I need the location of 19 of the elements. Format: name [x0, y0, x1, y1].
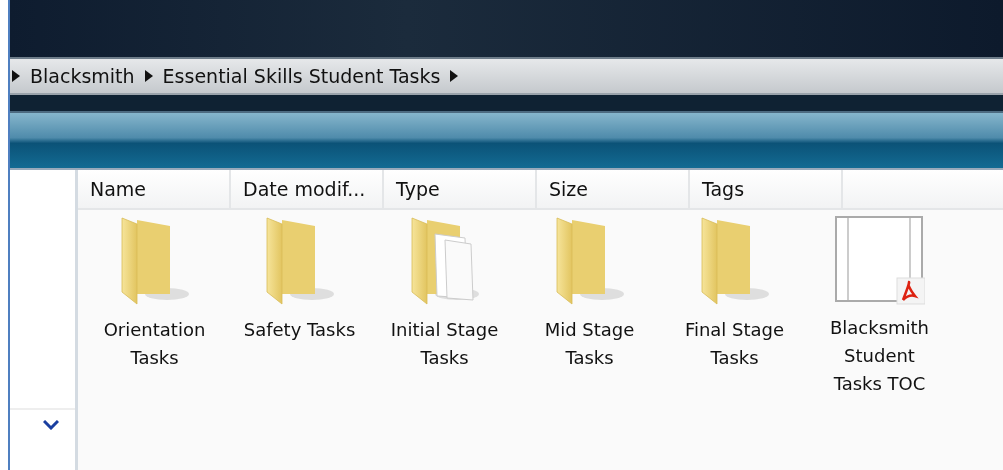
breadcrumb-arrow-icon[interactable]: [12, 70, 20, 82]
breadcrumb-arrow-icon[interactable]: [450, 70, 459, 82]
address-bar[interactable]: Blacksmith Essential Skills Student Tasks: [10, 57, 1003, 95]
column-header[interactable]: Date modif...: [231, 170, 384, 208]
chevron-down-icon[interactable]: [43, 420, 59, 430]
column-header[interactable]: Tags: [690, 170, 843, 208]
breadcrumb-item[interactable]: Essential Skills Student Tasks: [162, 65, 441, 87]
column-header[interactable]: Name: [78, 170, 231, 208]
breadcrumb-arrow-icon[interactable]: [144, 70, 153, 82]
column-header[interactable]: Size: [537, 170, 690, 208]
file-name[interactable]: Initial Stage Tasks: [374, 316, 515, 372]
column-header[interactable]: Type: [384, 170, 537, 208]
file-name[interactable]: Orientation Tasks: [84, 316, 225, 372]
file-name[interactable]: Blacksmith Student Tasks TOC: [824, 314, 935, 398]
pdf-document-icon: [834, 216, 925, 306]
breadcrumb-item[interactable]: Blacksmith: [30, 65, 135, 87]
file-name[interactable]: Final Stage Tasks: [664, 316, 805, 372]
file-name[interactable]: Mid Stage Tasks: [519, 316, 660, 372]
file-name[interactable]: Safety Tasks: [229, 316, 370, 344]
